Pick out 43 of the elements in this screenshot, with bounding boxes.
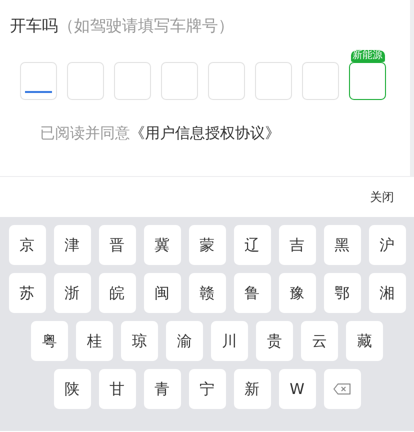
key[interactable]: 蒙 — [188, 225, 226, 265]
question-title: 开车吗 — [10, 16, 58, 37]
key[interactable]: 藏 — [346, 321, 383, 361]
text-cursor — [25, 91, 52, 93]
key[interactable]: 闽 — [144, 273, 180, 313]
close-button[interactable]: 关闭 — [368, 186, 396, 208]
key[interactable]: 云 — [301, 321, 338, 361]
key[interactable]: 皖 — [98, 273, 136, 313]
agreement-text: 已阅读并同意 — [40, 124, 130, 143]
new-energy-badge: 新能源 — [350, 50, 384, 62]
key[interactable]: 吉 — [278, 225, 316, 265]
new-energy-slot[interactable] — [349, 62, 386, 100]
key[interactable]: 津 — [54, 225, 90, 265]
key[interactable]: 鲁 — [234, 273, 270, 313]
key[interactable]: W — [278, 369, 316, 409]
key[interactable]: 渝 — [166, 321, 203, 361]
key[interactable]: 贵 — [256, 321, 293, 361]
key[interactable]: 甘 — [98, 369, 136, 409]
key[interactable]: 冀 — [144, 225, 180, 265]
key[interactable]: 晋 — [98, 225, 136, 265]
key[interactable]: 陕 — [54, 369, 90, 409]
key[interactable]: 豫 — [278, 273, 316, 313]
key[interactable]: 京 — [8, 225, 46, 265]
key[interactable]: 湘 — [368, 273, 406, 313]
plate-slot[interactable] — [20, 62, 57, 100]
key[interactable]: 宁 — [188, 369, 226, 409]
key[interactable]: 桂 — [76, 321, 113, 361]
key[interactable]: 鄂 — [324, 273, 360, 313]
backspace-icon — [333, 383, 351, 395]
key[interactable]: 琼 — [121, 321, 158, 361]
key[interactable]: 沪 — [368, 225, 406, 265]
key[interactable]: 赣 — [188, 273, 226, 313]
key[interactable]: 粤 — [31, 321, 68, 361]
key[interactable]: 苏 — [8, 273, 46, 313]
key[interactable]: 黑 — [324, 225, 360, 265]
key[interactable]: 青 — [144, 369, 180, 409]
agreement-link[interactable]: 《用户信息授权协议》 — [130, 124, 280, 143]
key[interactable]: 辽 — [234, 225, 270, 265]
question-hint: （如驾驶请填写车牌号） — [58, 16, 234, 37]
key[interactable]: 浙 — [54, 273, 90, 313]
key[interactable]: 新 — [234, 369, 270, 409]
key[interactable]: 川 — [211, 321, 248, 361]
delete-key[interactable] — [324, 369, 360, 409]
